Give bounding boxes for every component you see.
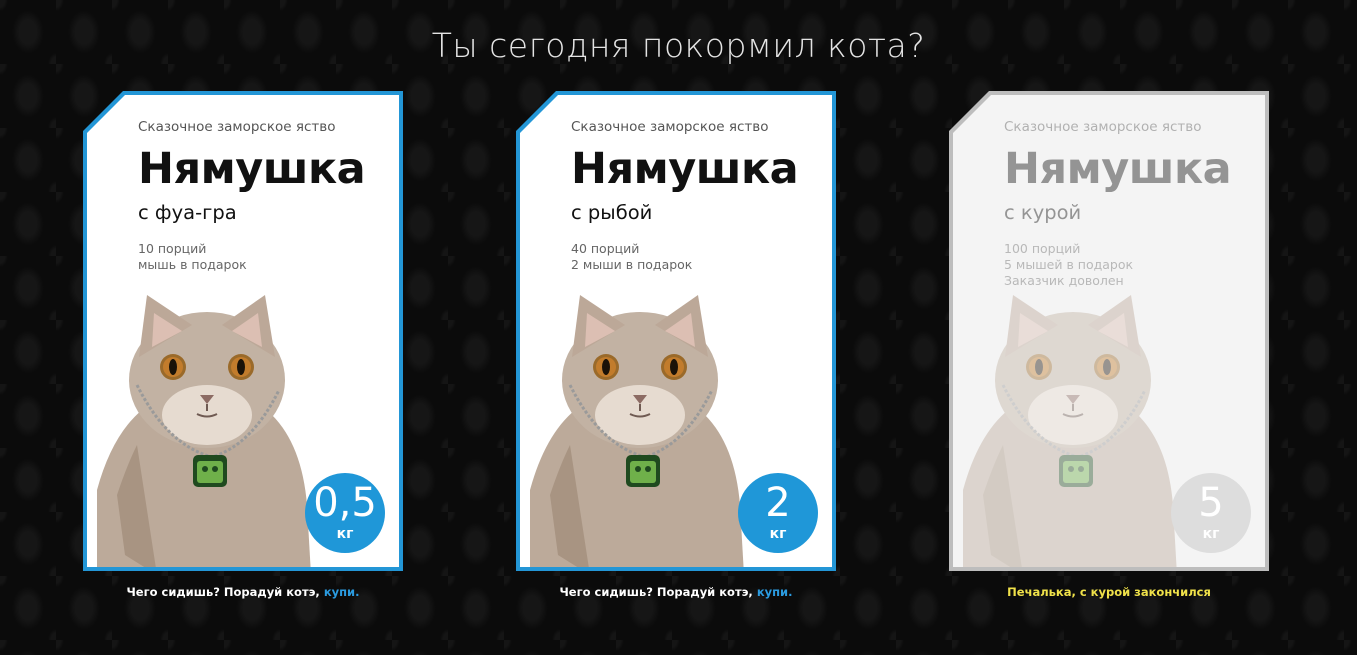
page-title: Ты сегодня покормил кота?: [431, 26, 926, 65]
weight-unit: кг: [769, 526, 787, 542]
card-tagline: Сказочное заморское яство: [138, 119, 336, 135]
card-flavor: с курой: [1004, 201, 1082, 224]
card-detail-portions: 10 порций: [138, 241, 207, 256]
buy-link[interactable]: купи.: [757, 585, 793, 599]
product-card-fish[interactable]: Сказочное заморское яство Нямушка с рыбо…: [516, 91, 836, 599]
cat-illustration: [963, 295, 1177, 567]
buy-link[interactable]: купи.: [324, 585, 360, 599]
card-brand: Нямушка: [1004, 144, 1232, 194]
product-card-frame[interactable]: Сказочное заморское яство Нямушка с рыбо…: [516, 91, 836, 571]
weight-unit: кг: [336, 526, 354, 542]
card-detail-gift: 2 мыши в подарок: [571, 257, 693, 272]
card-detail-gift: 5 мышей в подарок: [1004, 257, 1134, 272]
caption-text: Печалька, с курой закончился: [1007, 585, 1211, 599]
card-details: 40 порций 2 мыши в подарок: [571, 241, 692, 273]
card-brand: Нямушка: [138, 144, 366, 194]
product-card-chicken: Сказочное заморское яство Нямушка с куро…: [949, 91, 1269, 599]
product-card-body: Сказочное заморское яство Нямушка с фуа-…: [87, 95, 399, 567]
sold-out-caption: Печалька, с курой закончился: [929, 585, 1289, 599]
caption-text: Чего сидишь? Порадуй котэ,: [559, 585, 757, 599]
weight-badge: 2 кг: [738, 473, 818, 553]
card-tagline: Сказочное заморское яство: [1004, 119, 1202, 135]
card-tagline: Сказочное заморское яство: [571, 119, 769, 135]
weight-badge: 0,5 кг: [305, 473, 385, 553]
weight-unit: кг: [1202, 526, 1220, 542]
cat-illustration: [530, 295, 744, 567]
cat-face-tag-icon: [626, 455, 660, 487]
weight-value: 5: [1198, 480, 1224, 526]
product-card-body: Сказочное заморское яство Нямушка с куро…: [953, 95, 1265, 567]
card-flavor: с фуа-гра: [138, 201, 237, 224]
caption-text: Чего сидишь? Порадуй котэ,: [126, 585, 324, 599]
product-card-frame: Сказочное заморское яство Нямушка с куро…: [949, 91, 1269, 571]
weight-badge: 5 кг: [1171, 473, 1251, 553]
card-details: 100 порций 5 мышей в подарок Заказчик до…: [1004, 241, 1133, 289]
card-detail-portions: 100 порций: [1004, 241, 1081, 256]
weight-value: 2: [765, 480, 791, 526]
weight-value: 0,5: [313, 480, 377, 526]
card-flavor: с рыбой: [571, 201, 653, 224]
card-detail-extra: Заказчик доволен: [1004, 273, 1124, 288]
card-brand: Нямушка: [571, 144, 799, 194]
product-card-frame[interactable]: Сказочное заморское яство Нямушка с фуа-…: [83, 91, 403, 571]
card-detail-gift: мышь в подарок: [138, 257, 247, 272]
card-caption: Чего сидишь? Порадуй котэ, купи.: [496, 585, 856, 599]
product-card-body: Сказочное заморское яство Нямушка с рыбо…: [520, 95, 832, 567]
card-caption: Чего сидишь? Порадуй котэ, купи.: [63, 585, 423, 599]
product-card-foie-gras[interactable]: Сказочное заморское яство Нямушка с фуа-…: [83, 91, 403, 599]
card-details: 10 порций мышь в подарок: [138, 241, 247, 273]
cat-illustration: [97, 295, 311, 567]
card-detail-portions: 40 порций: [571, 241, 640, 256]
cat-face-tag-icon: [193, 455, 227, 487]
cat-face-tag-icon: [1059, 455, 1093, 487]
